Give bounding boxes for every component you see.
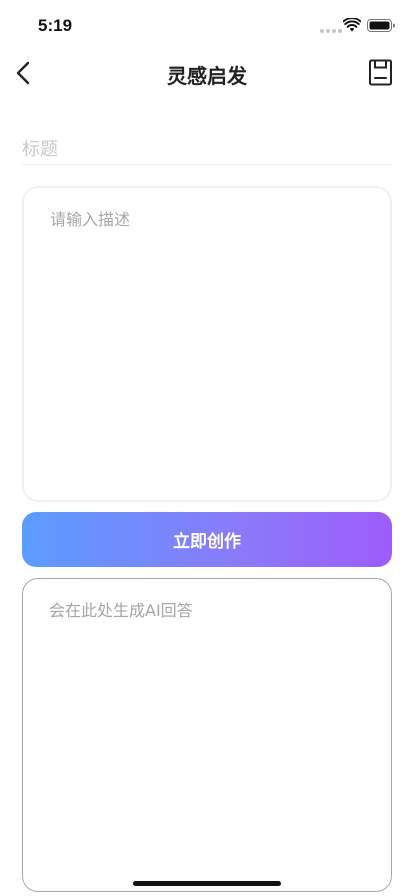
create-now-label: 立即创作 — [173, 532, 241, 552]
nav-bar: 灵感启发 — [0, 50, 414, 96]
save-icon — [369, 59, 392, 86]
status-time: 5:19 — [38, 16, 73, 35]
description-input[interactable] — [22, 186, 392, 502]
status-bar: 5:19 — [0, 0, 414, 50]
title-input[interactable] — [22, 135, 392, 165]
battery-icon — [367, 19, 395, 32]
home-indicator[interactable] — [133, 881, 281, 886]
save-button[interactable] — [368, 58, 394, 88]
ai-answer-placeholder: 会在此处生成AI回答 — [49, 601, 193, 620]
page-title: 灵感启发 — [167, 64, 247, 88]
cellular-signal-icon — [320, 29, 342, 33]
screen: 5:19 灵感启发 标题 请输入描述 立即创作 会在此处生成AI回答 — [0, 0, 414, 896]
wifi-icon — [343, 18, 361, 32]
create-now-button[interactable]: 立即创作 — [22, 512, 392, 567]
ai-answer-box[interactable]: 会在此处生成AI回答 — [22, 578, 392, 892]
